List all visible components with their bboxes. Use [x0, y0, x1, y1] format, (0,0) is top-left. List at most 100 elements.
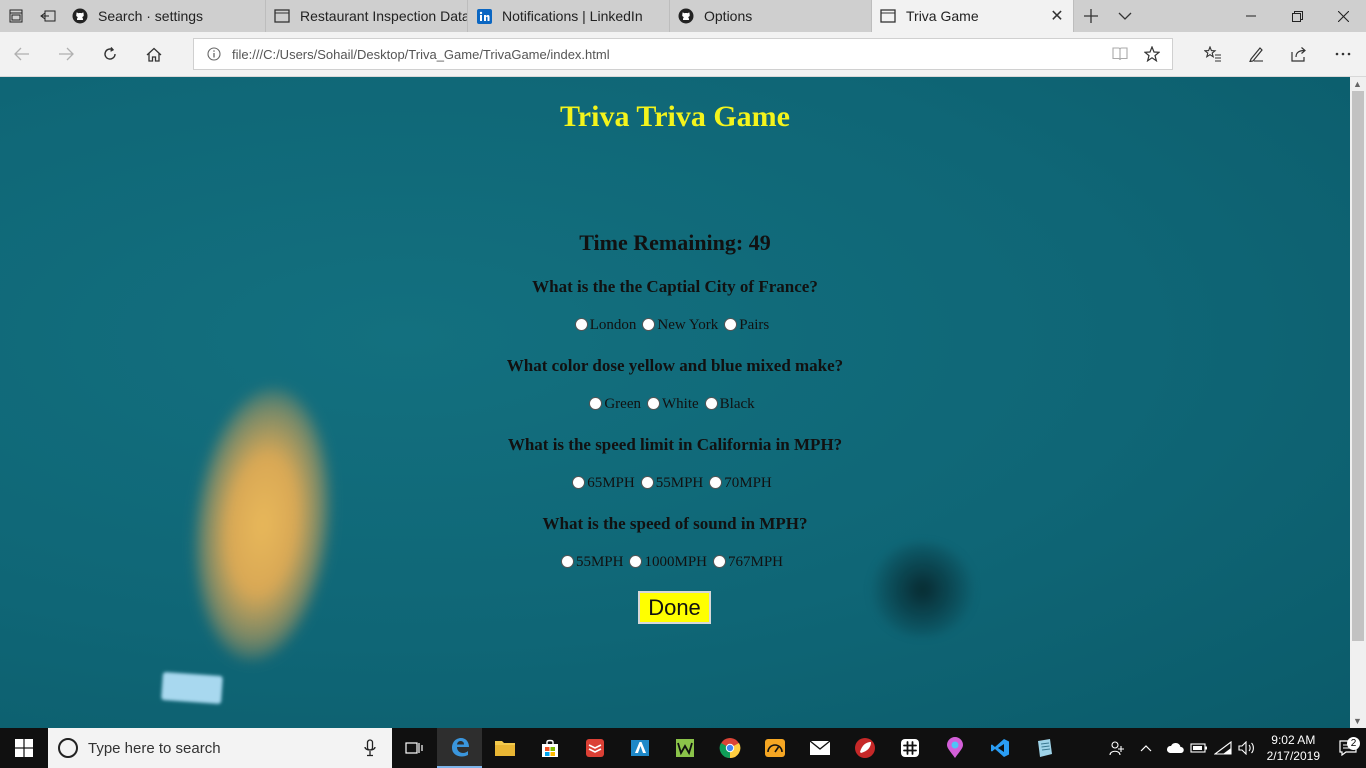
show-hidden-icons-icon[interactable] [1129, 744, 1163, 752]
tab-label: Options [704, 8, 753, 24]
battery-icon[interactable] [1187, 742, 1211, 754]
task-view-button[interactable] [392, 728, 437, 768]
onedrive-icon[interactable] [1163, 742, 1187, 754]
tab-list-button[interactable] [1108, 0, 1142, 32]
taskbar-dashboard-app[interactable] [752, 728, 797, 768]
taskbar-vscode[interactable] [977, 728, 1022, 768]
taskbar-notepad[interactable] [1022, 728, 1067, 768]
taskbar-slack[interactable] [887, 728, 932, 768]
notepad-icon [1037, 739, 1052, 757]
arrow-left-icon [14, 47, 29, 61]
radio-button[interactable] [589, 397, 603, 410]
start-button[interactable] [0, 728, 48, 768]
people-icon[interactable] [1105, 740, 1129, 756]
taskbar-clock[interactable]: 9:02 AM 2/17/2019 [1267, 732, 1320, 764]
add-notes-button[interactable] [1244, 42, 1268, 66]
taskbar-webstorm[interactable] [662, 728, 707, 768]
taskbar-store[interactable] [527, 728, 572, 768]
option-white[interactable]: White [647, 396, 699, 413]
tab-notifications-linkedin[interactable]: Notifications | LinkedIn [468, 0, 670, 32]
radio-button[interactable] [574, 318, 588, 331]
option-1000mph[interactable]: 1000MPH [629, 554, 707, 571]
scroll-thumb[interactable] [1352, 91, 1364, 641]
taskbar-edge[interactable] [437, 728, 482, 768]
page-scrollbar[interactable]: ▲ ▼ [1350, 77, 1366, 728]
option-pairs[interactable]: Pairs [724, 317, 769, 334]
option-black[interactable]: Black [704, 396, 755, 413]
plus-icon [1084, 9, 1098, 23]
volume-icon[interactable] [1235, 741, 1259, 755]
home-button[interactable] [142, 42, 166, 66]
radio-button[interactable] [572, 476, 586, 489]
scroll-down-icon[interactable]: ▼ [1353, 716, 1362, 726]
answers-4: 55MPH 1000MPH 767MPH [0, 554, 1350, 571]
reading-view-icon[interactable] [1112, 47, 1128, 66]
option-label: 1000MPH [644, 554, 707, 570]
favorite-star-icon[interactable] [1143, 45, 1161, 67]
refresh-icon [104, 47, 116, 60]
info-icon[interactable] [207, 47, 221, 61]
github-icon [678, 8, 694, 24]
set-aside-icon [40, 10, 56, 22]
question-2: What color dose yellow and blue mixed ma… [506, 356, 844, 375]
share-button[interactable] [1287, 42, 1311, 66]
url-text[interactable]: file:///C:/Users/Sohail/Desktop/Triva_Ga… [232, 47, 610, 62]
taskbar-maps-app[interactable] [932, 728, 977, 768]
taskbar-todoist[interactable] [572, 728, 617, 768]
option-55mph[interactable]: 55MPH [560, 554, 623, 571]
search-placeholder: Type here to search [88, 739, 221, 757]
option-label: Black [719, 396, 755, 412]
radio-button[interactable] [640, 476, 654, 489]
radio-button[interactable] [642, 318, 656, 331]
radio-button[interactable] [724, 318, 738, 331]
option-green[interactable]: Green [589, 396, 641, 413]
radio-button[interactable] [713, 555, 726, 568]
tab-search-settings[interactable]: Search · settings [64, 0, 266, 32]
done-button[interactable]: Done [638, 591, 711, 624]
favorites-hub-button[interactable] [1201, 42, 1225, 66]
radio-button[interactable] [560, 555, 574, 568]
radio-button[interactable] [709, 476, 723, 489]
microphone-icon[interactable] [364, 739, 376, 762]
notification-count-badge: 2 [1347, 737, 1360, 750]
restore-button[interactable] [1274, 0, 1320, 32]
tab-options[interactable]: Options [670, 0, 872, 32]
action-center-button[interactable]: 2 [1330, 737, 1366, 756]
page-viewport: Triva Triva Game Time Remaining: 49 What… [0, 77, 1350, 728]
option-new-york[interactable]: New York [642, 317, 718, 334]
close-window-button[interactable] [1320, 0, 1366, 32]
forward-button[interactable] [54, 42, 78, 66]
store-icon [541, 739, 558, 757]
radio-button[interactable] [629, 555, 643, 568]
radio-button[interactable] [647, 397, 660, 410]
back-button[interactable] [10, 42, 34, 66]
new-tab-button[interactable] [1074, 0, 1108, 32]
taskbar-azure-app[interactable] [617, 728, 662, 768]
tab-triva-game[interactable]: Triva Game ✕ [872, 0, 1074, 32]
set-tabs-aside-button[interactable] [32, 0, 64, 32]
radio-button[interactable] [704, 397, 718, 410]
taskbar-mail[interactable] [797, 728, 842, 768]
tab-preview-button[interactable] [0, 0, 32, 32]
minimize-button[interactable] [1228, 0, 1274, 32]
taskbar-chrome[interactable] [707, 728, 752, 768]
settings-more-button[interactable] [1331, 42, 1355, 66]
option-55mph[interactable]: 55MPH [640, 475, 703, 492]
taskbar-file-explorer[interactable] [482, 728, 527, 768]
taskbar-red-app[interactable] [842, 728, 887, 768]
close-tab-icon[interactable]: ✕ [1049, 8, 1065, 25]
option-65mph[interactable]: 65MPH [572, 475, 635, 492]
option-767mph[interactable]: 767MPH [713, 554, 783, 571]
address-bar[interactable]: file:///C:/Users/Sohail/Desktop/Triva_Ga… [193, 38, 1173, 70]
refresh-button[interactable] [98, 42, 122, 66]
question-1: What is the the Captial City of France? [532, 277, 818, 296]
option-70mph[interactable]: 70MPH [709, 475, 772, 492]
option-london[interactable]: London [574, 317, 636, 334]
scroll-up-icon[interactable]: ▲ [1353, 79, 1362, 89]
page-icon [274, 8, 290, 24]
tab-restaurant-inspection-data[interactable]: Restaurant Inspection Data [266, 0, 468, 32]
taskbar-search-box[interactable]: Type here to search [48, 728, 392, 768]
wifi-icon[interactable] [1211, 741, 1235, 755]
close-icon [1337, 10, 1349, 22]
pen-icon [1249, 47, 1263, 62]
